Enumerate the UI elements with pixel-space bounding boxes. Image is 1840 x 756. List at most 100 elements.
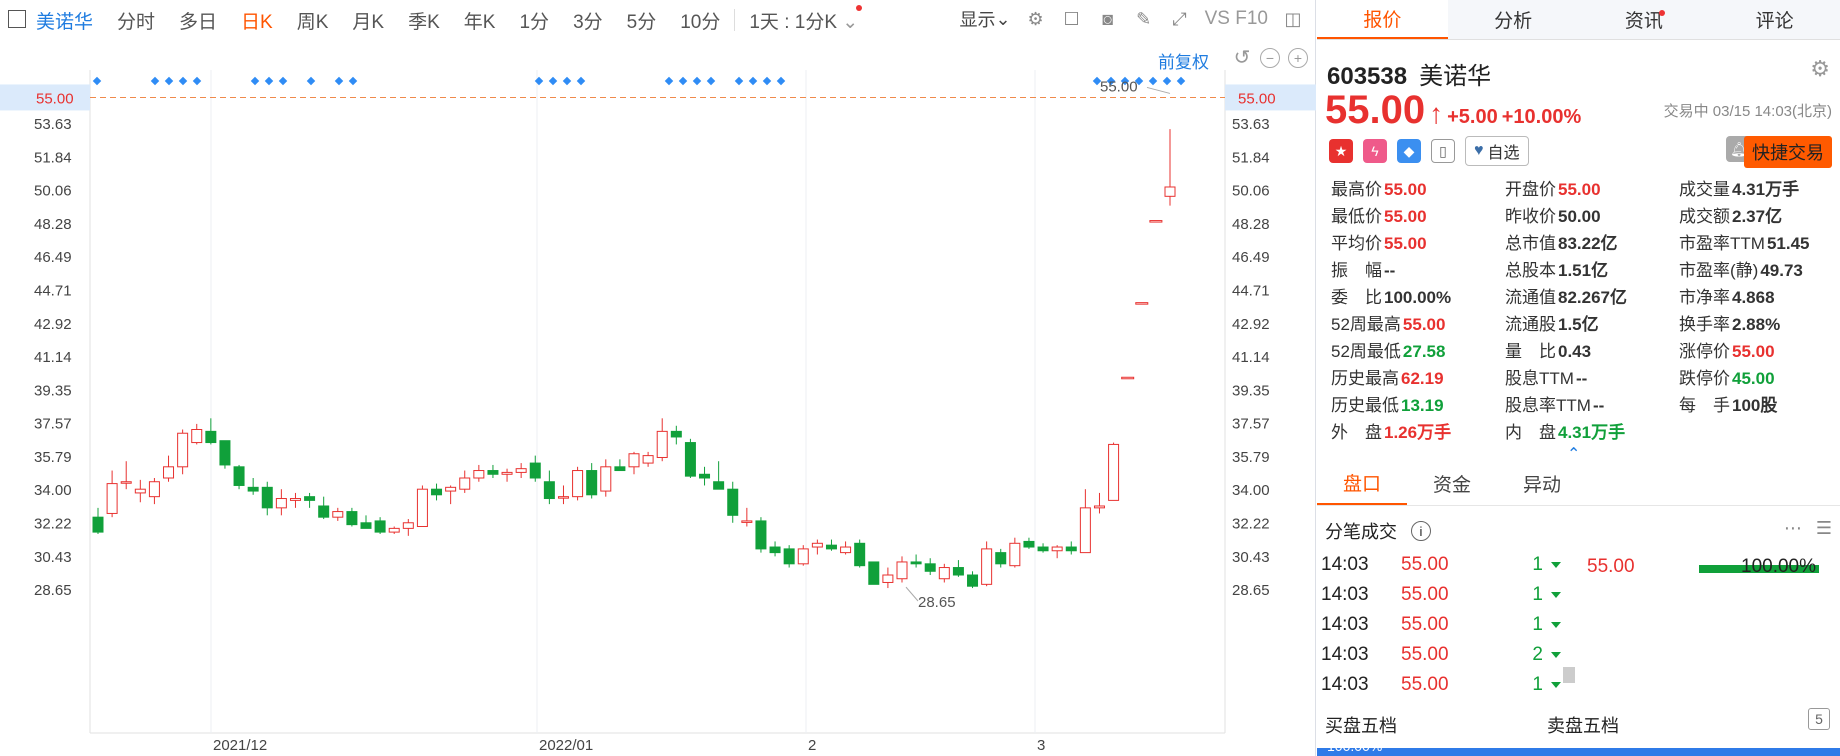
candle-body [304, 496, 316, 501]
settings-gear-icon[interactable]: ⚙ [1810, 56, 1830, 82]
stat-item: 最低价 55.00 [1331, 205, 1505, 228]
down-triangle-icon [1551, 592, 1561, 598]
stat-label: 昨收价 [1505, 207, 1556, 226]
stat-value: 1.26万手 [1384, 423, 1452, 442]
candle-body [952, 567, 964, 576]
trade-price: 55.00 [1401, 644, 1449, 665]
price-row: 55.00 ↑ +5.00 +10.00% [1325, 88, 1581, 133]
period-tab-yuek[interactable]: 月K [340, 7, 396, 34]
subtab-alerts[interactable]: 异动 [1497, 462, 1587, 505]
tab-quote[interactable]: 报价 [1317, 0, 1448, 39]
period-tab-rik[interactable]: 日K [229, 7, 285, 34]
buy-five-label: 买盘五档 [1325, 716, 1397, 736]
quick-trade-button[interactable]: 快捷交易 [1744, 136, 1832, 168]
candle-body [473, 470, 485, 479]
stat-value: 55.00 [1732, 342, 1775, 361]
more-icon[interactable]: ⋯ [1784, 518, 1802, 539]
x-tick-label: 2021/12 [213, 737, 267, 754]
period-tab-3min[interactable]: 3分 [561, 7, 615, 34]
scrollbar-thumb[interactable] [1563, 667, 1575, 683]
stat-label: 最高价 [1331, 180, 1382, 199]
stat-label: 股息率TTM [1505, 396, 1591, 415]
china-flag-icon[interactable]: ★ [1329, 139, 1353, 163]
tab-news[interactable]: 资讯 [1579, 0, 1710, 39]
y-tick-label-left: 39.35 [34, 382, 72, 399]
stat-item: 每 手 100股 [1679, 394, 1836, 417]
event-marker-icon [1148, 76, 1158, 86]
stat-label: 历史最低 [1331, 396, 1399, 415]
stat-value: 100股 [1732, 396, 1778, 415]
stat-item: 52周最低 27.58 [1331, 340, 1505, 363]
tag-icon[interactable]: ◆ [1397, 139, 1421, 163]
subtab-funds[interactable]: 资金 [1407, 462, 1497, 505]
candle-body [967, 574, 979, 587]
kline-select[interactable]: 1天 : 1分K ⌄ [737, 7, 870, 34]
candle-body [1051, 546, 1063, 552]
down-triangle-icon [1551, 562, 1561, 568]
panel-toggle-icon[interactable] [8, 10, 26, 28]
info-icon[interactable]: i [1411, 521, 1431, 541]
candle-body [755, 520, 767, 550]
stat-label: 历史最高 [1331, 369, 1399, 388]
event-marker-icon [92, 76, 102, 86]
stat-item: 流通值 82.267亿 [1505, 286, 1679, 309]
watchlist-label: 自选 [1487, 145, 1520, 162]
candle-body [247, 486, 259, 492]
lightning-icon[interactable]: ϟ [1363, 139, 1387, 163]
layout-icon[interactable]: 5 [1808, 708, 1830, 730]
candle-body [529, 462, 541, 479]
bookmark-icon[interactable]: ▯ [1431, 139, 1455, 163]
y-tick-label-right: 30.43 [1232, 549, 1270, 566]
candle-body [825, 544, 837, 550]
y-tick-label-left: 48.28 [34, 216, 72, 233]
order-book: 买盘五档 卖盘五档 5 100.00% [1317, 700, 1840, 756]
period-tab-fenshi[interactable]: 分时 [105, 7, 167, 34]
watchlist-button[interactable]: ♥ 自选 [1465, 136, 1529, 166]
period-tab-1min[interactable]: 1分 [507, 7, 561, 34]
stat-label: 股息TTM [1505, 369, 1574, 388]
candle-body [515, 468, 527, 473]
tab-analysis[interactable]: 分析 [1448, 0, 1579, 39]
buy-ratio-bar [1317, 748, 1840, 756]
stat-value: -- [1384, 261, 1396, 280]
tab-comments[interactable]: 评论 [1709, 0, 1840, 39]
period-tab-5min[interactable]: 5分 [615, 7, 669, 34]
y-tick-label-right: 32.22 [1232, 515, 1270, 532]
candle-body [191, 429, 203, 444]
candle-body [388, 527, 400, 533]
period-tab-zhouk[interactable]: 周K [285, 7, 341, 34]
f10-label[interactable]: VS F10 [1205, 8, 1268, 30]
trade-time: 14:03 [1321, 644, 1369, 665]
subtab-orderbook[interactable]: 盘口 [1317, 462, 1408, 505]
pen-icon[interactable]: ✎ [1133, 8, 1155, 30]
gear-icon[interactable]: ⚙ [1025, 8, 1047, 30]
stock-name-label[interactable]: 美诺华 [28, 7, 105, 34]
toolbar-divider [734, 9, 736, 31]
event-marker-icon [706, 76, 716, 86]
period-tab-duori[interactable]: 多日 [167, 7, 229, 34]
event-marker-icon [250, 76, 260, 86]
camera-icon[interactable]: ◙ [1097, 8, 1119, 30]
chevron-up-icon[interactable]: ⌃ [1567, 444, 1580, 464]
stat-label: 成交额 [1679, 207, 1730, 226]
sidebar-toggle-icon[interactable]: ◫ [1282, 8, 1304, 30]
stock-name: 美诺华 [1419, 63, 1492, 90]
checkbox-icon[interactable]: ☐ [1061, 8, 1083, 30]
event-marker-icon [1176, 76, 1186, 86]
candle-body [586, 470, 598, 496]
display-menu[interactable]: 显示 ⌄ [960, 8, 1011, 31]
candle-body [445, 486, 457, 492]
candle-body [741, 520, 753, 523]
candle-body [148, 481, 160, 498]
stat-value: 51.45 [1766, 234, 1810, 253]
period-tab-jik[interactable]: 季K [396, 7, 452, 34]
period-tab-10min[interactable]: 10分 [668, 7, 732, 34]
candlestick-chart[interactable]: 53.63 53.63 51.84 51.84 50.06 50.06 48.28 48.28… [0, 40, 1316, 756]
period-tab-niank[interactable]: 年K [452, 7, 508, 34]
stat-item: 历史最低 13.19 [1331, 394, 1505, 417]
event-marker-icon [762, 76, 772, 86]
fullscreen-icon[interactable]: ⤢ [1169, 8, 1191, 30]
trade-price: 55.00 [1401, 674, 1449, 695]
list-icon[interactable]: ☰ [1816, 518, 1832, 539]
candle-body [670, 430, 682, 438]
